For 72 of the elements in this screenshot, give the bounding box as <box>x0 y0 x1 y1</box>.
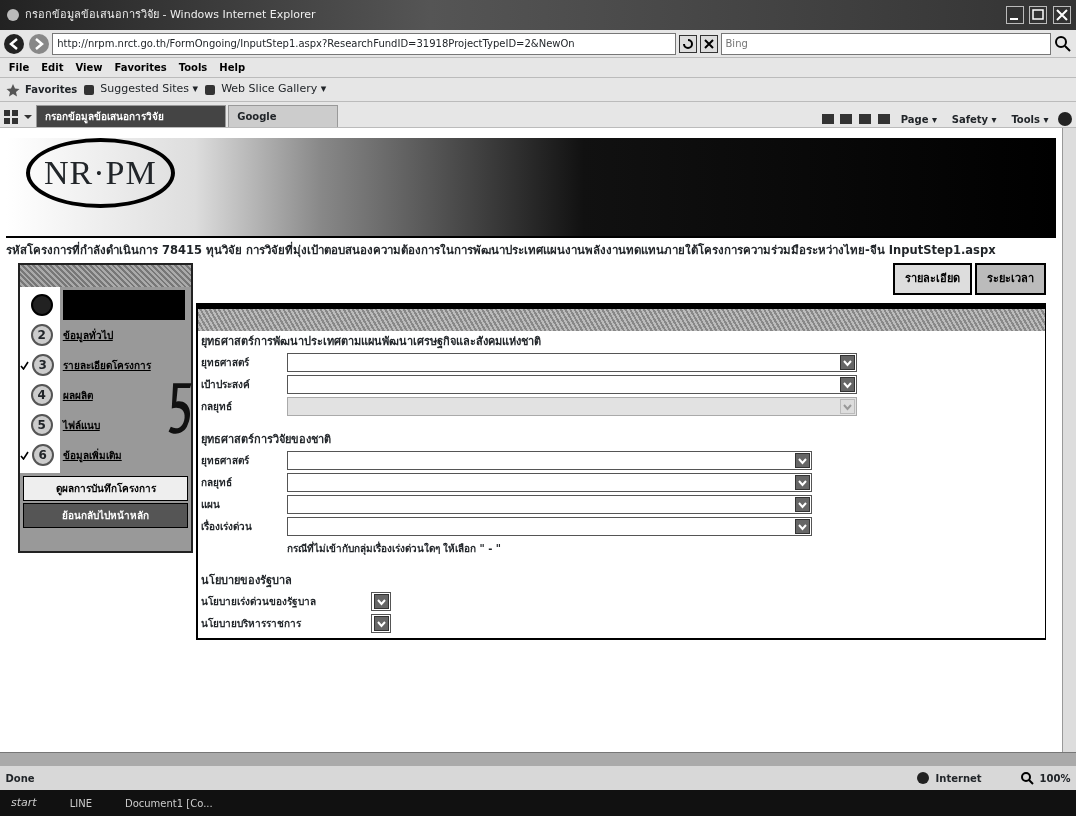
zone-text: Internet <box>935 771 983 786</box>
command-button[interactable]: Safety ▾ <box>945 112 1003 127</box>
favorite-link[interactable]: Suggested Sites ▾ <box>100 81 199 98</box>
sidebar-button[interactable]: ดูผลการบันทึกโครงการ <box>22 475 189 501</box>
step-link[interactable]: ข้อมูลเพิ่มเติม <box>62 440 122 470</box>
section-heading: ยุทธศาสตร์การวิจัยของชาติ <box>200 432 332 449</box>
page-icon <box>203 83 216 96</box>
sidebar-button[interactable]: ย้อนกลับไปหน้าหลัก <box>22 503 189 529</box>
field-label: เป้าประสงค์ <box>200 377 251 392</box>
search-field[interactable]: Bing <box>720 32 1051 55</box>
step-circle: 2 <box>30 324 53 346</box>
command-button[interactable]: Page ▾ <box>894 112 943 127</box>
maximize-icon[interactable] <box>1029 6 1047 24</box>
step-link[interactable]: ข้อมูลทั่วไป <box>62 320 113 350</box>
step-link[interactable]: ผลผลิต <box>62 380 93 410</box>
page-icon <box>82 83 95 96</box>
project-line: รหัสโครงการที่กำลังดำเนินการ 78415 ทุนวิจัย การวิจัยที่มุ่งเป้าตอบสนองความต้องการในการพัฒนาประเทศแผนงานพลังงานทดแทนภายใต้โครงการความร่วมมือระหว่างไทย-จีน InputStep1.aspx <box>5 240 997 260</box>
hint-text: กรณีที่ไม่เข้ากับกลุ่มเรื่องเร่งด่วนใดๆ ให้เลือก " - " <box>285 541 502 557</box>
taskbar-item[interactable]: Document1 [Co... <box>124 795 213 811</box>
step-circle: 3 <box>31 354 54 376</box>
field-label: นโยบายเร่งด่วนของรัฐบาล <box>200 594 317 609</box>
magnifier-icon[interactable] <box>1020 771 1035 785</box>
menu-item[interactable]: Tools <box>172 60 214 75</box>
view-tab[interactable]: ระยะเวลา <box>974 263 1046 296</box>
browser-tab[interactable]: กรอกข้อมูลข้อเสนอการวิจัย <box>35 105 226 127</box>
status-text: Done <box>5 771 36 786</box>
address-field[interactable]: http://nrpm.nrct.go.th/FormOngoing/InputStep1.aspx?ResearchFundID=31918ProjectTypeID=2&NewOn <box>52 32 677 55</box>
tab-list-icon[interactable] <box>2 107 33 127</box>
menu-item[interactable]: File <box>2 60 36 75</box>
select-field[interactable] <box>286 494 812 514</box>
step-circle: 5 <box>30 414 53 436</box>
menu-item[interactable]: View <box>69 60 109 75</box>
step-link[interactable]: ไฟล์แนบ <box>62 410 100 440</box>
select-field[interactable] <box>286 473 812 493</box>
select-field[interactable] <box>286 451 812 471</box>
stop-icon[interactable] <box>699 34 718 53</box>
field-label: กลยุทธ์ <box>200 476 233 491</box>
field-label: แผน <box>200 497 221 512</box>
field-label: นโยบายบริหารราชการ <box>200 616 302 631</box>
step-link[interactable]: รายละเอียดโครงการ <box>62 350 151 380</box>
field-label: ยุทธศาสตร์ <box>200 356 250 371</box>
close-icon[interactable] <box>1052 6 1071 24</box>
step-circle: 6 <box>31 444 54 466</box>
zoom-level[interactable]: 100% <box>1039 770 1071 786</box>
back-icon[interactable] <box>2 32 25 55</box>
refresh-icon[interactable] <box>679 34 697 53</box>
section-heading: ยุทธศาสตร์การพัฒนาประเทศตามแผนพัฒนาเศรษฐกิจและสังคมแห่งชาติ <box>200 333 542 351</box>
menu-item[interactable]: Edit <box>35 60 70 75</box>
minimize-icon[interactable] <box>1005 6 1024 24</box>
favorite-link[interactable]: Web Slice Gallery ▾ <box>221 81 327 98</box>
vertical-scrollbar[interactable] <box>1062 128 1076 752</box>
field-label: เรื่องเร่งด่วน <box>200 518 253 534</box>
favorites-button[interactable]: Favorites <box>25 82 78 97</box>
star-icon[interactable] <box>5 82 20 97</box>
taskbar-item[interactable]: LINE <box>69 795 92 811</box>
window-title: กรอกข้อมูลข้อเสนอการวิจัย - Windows Internet Explorer <box>25 6 317 23</box>
section-heading: นโยบายของรัฐบาล <box>200 572 293 590</box>
menu-item[interactable]: Help <box>213 60 252 75</box>
browser-tab[interactable]: Google <box>228 105 339 127</box>
select-field[interactable] <box>286 516 812 536</box>
menu-item[interactable]: Favorites <box>108 60 173 75</box>
field-label: ยุทธศาสตร์ <box>200 454 250 469</box>
view-tab[interactable]: รายละเอียด <box>892 263 972 296</box>
select-field[interactable] <box>286 374 857 394</box>
start-button[interactable]: start <box>11 794 37 812</box>
horizontal-scrollbar[interactable] <box>0 752 1076 766</box>
field-label: กลยุทธ์ <box>200 399 233 414</box>
step-circle: 4 <box>30 384 53 406</box>
logo: NR·PM <box>26 138 175 208</box>
select-field[interactable] <box>286 353 857 373</box>
window-icon <box>5 8 20 22</box>
command-button[interactable]: Tools ▾ <box>1005 112 1055 127</box>
